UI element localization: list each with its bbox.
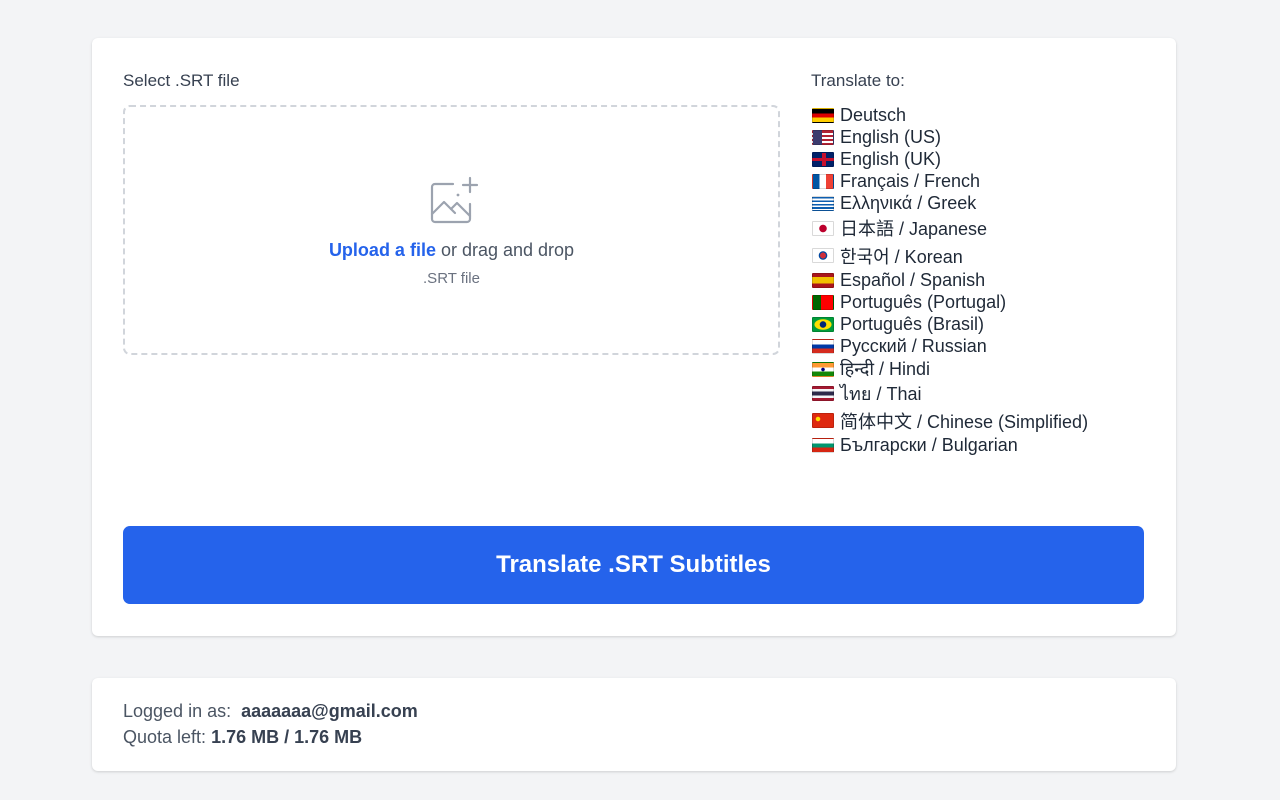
- language-option-fr[interactable]: Français / French: [812, 171, 1088, 193]
- file-type-hint: .SRT file: [423, 270, 480, 287]
- flag-gr-icon: [812, 196, 834, 212]
- language-option-en-uk[interactable]: English (UK): [812, 148, 1088, 170]
- quota-value: 1.76 MB / 1.76 MB: [211, 727, 363, 747]
- language-label: Български / Bulgarian: [840, 435, 1018, 456]
- language-option-th[interactable]: ไทย / Thai: [812, 380, 1088, 407]
- language-label: Português (Brasil): [840, 314, 985, 335]
- language-label: Ελληνικά / Greek: [840, 193, 977, 214]
- language-list: Deutsch English (US) English (UK) França…: [812, 104, 1088, 457]
- language-option-pt-pt[interactable]: Português (Portugal): [812, 292, 1088, 314]
- file-dropzone[interactable]: Upload a file or drag and drop .SRT file: [123, 105, 780, 355]
- translate-subtitles-button[interactable]: Translate .SRT Subtitles: [123, 526, 1144, 604]
- flag-kr-icon: [812, 248, 834, 264]
- language-label: Français / French: [840, 171, 981, 192]
- language-option-zh[interactable]: 简体中文 / Chinese (Simplified): [812, 407, 1088, 434]
- flag-br-icon: [812, 317, 834, 333]
- language-option-ru[interactable]: Русский / Russian: [812, 336, 1088, 358]
- upload-file-link[interactable]: Upload a file: [329, 240, 436, 260]
- language-option-pt-br[interactable]: Português (Brasil): [812, 314, 1088, 336]
- language-option-es[interactable]: Español / Spanish: [812, 269, 1088, 291]
- flag-bg-icon: [812, 438, 834, 454]
- flag-th-icon: [812, 386, 834, 402]
- language-option-el[interactable]: Ελληνικά / Greek: [812, 193, 1088, 215]
- quota-label: Quota left:: [123, 727, 207, 747]
- language-option-hi[interactable]: हिन्दी / Hindi: [812, 358, 1088, 380]
- language-label: Español / Spanish: [840, 269, 986, 290]
- language-option-bg[interactable]: Български / Bulgarian: [812, 435, 1088, 457]
- flag-fr-icon: [812, 174, 834, 190]
- flag-in-icon: [812, 361, 834, 377]
- translate-form-card: Select .SRT file Upload a file or drag a…: [92, 38, 1176, 636]
- language-option-ja[interactable]: 日本語 / Japanese: [812, 215, 1088, 242]
- language-label: ไทย / Thai: [840, 384, 922, 405]
- language-option-ko[interactable]: 한국어 / Korean: [812, 242, 1088, 269]
- language-label: English (US): [840, 126, 942, 147]
- translate-to-label: Translate to:: [811, 71, 905, 90]
- user-email: aaaaaaa@gmail.com: [241, 701, 418, 721]
- logged-in-label: Logged in as:: [123, 701, 232, 721]
- language-label: Deutsch: [840, 104, 907, 125]
- quota-line: Quota left: 1.76 MB / 1.76 MB: [123, 727, 362, 748]
- drag-drop-text: or drag and drop: [435, 240, 575, 260]
- logged-in-line: Logged in as: aaaaaaa@gmail.com: [123, 701, 418, 722]
- language-option-de[interactable]: Deutsch: [812, 104, 1088, 126]
- language-label: 简体中文 / Chinese (Simplified): [840, 411, 1089, 432]
- language-label: Русский / Russian: [840, 336, 987, 357]
- language-label: English (UK): [840, 148, 942, 169]
- upload-instructions: Upload a file or drag and drop: [125, 240, 778, 261]
- flag-jp-icon: [812, 220, 834, 236]
- flag-pt-icon: [812, 295, 834, 310]
- file-select-label: Select .SRT file: [123, 71, 240, 90]
- flag-us-icon: [812, 129, 834, 145]
- language-label: हिन्दी / Hindi: [840, 359, 931, 380]
- account-info-card: Logged in as: aaaaaaa@gmail.com Quota le…: [92, 678, 1176, 771]
- flag-gb-icon: [812, 151, 834, 167]
- language-label: Português (Portugal): [840, 292, 1007, 312]
- flag-es-icon: [812, 272, 834, 288]
- flag-cn-icon: [812, 413, 834, 429]
- flag-de-icon: [812, 107, 834, 123]
- flag-ru-icon: [812, 339, 834, 355]
- photo-plus-icon: [430, 176, 479, 224]
- language-label: 한국어 / Korean: [840, 246, 963, 267]
- language-option-en-us[interactable]: English (US): [812, 126, 1088, 148]
- language-label: 日本語 / Japanese: [840, 219, 988, 240]
